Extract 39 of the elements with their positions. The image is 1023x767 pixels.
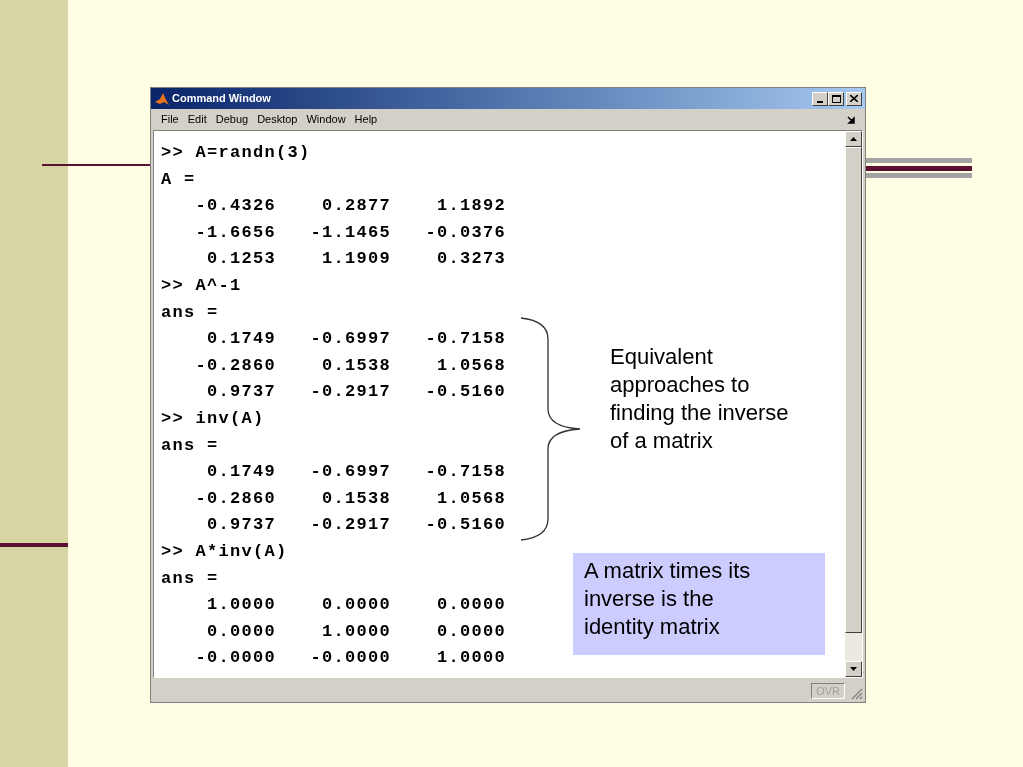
console-line: 0.0000 1.0000 0.0000 — [206, 620, 507, 643]
down-arrow-icon — [850, 667, 857, 671]
undock-arrow-icon[interactable] — [847, 115, 855, 124]
annotation-box: A matrix times its inverse is the identity matrix — [573, 553, 825, 655]
resize-grip-icon[interactable] — [851, 688, 863, 700]
console-line: >> inv(A) — [161, 407, 265, 430]
maximize-button[interactable] — [828, 91, 844, 106]
console-line: A = — [161, 168, 196, 191]
console-line: 1.0000 0.0000 0.0000 — [206, 594, 507, 617]
menu-item[interactable]: Help — [350, 111, 382, 128]
console-line: 0.9737 -0.2917 -0.5160 — [206, 514, 507, 537]
console-line: ans = — [161, 301, 219, 324]
menu-item[interactable]: File — [157, 111, 183, 128]
console-line: -0.0000 -0.0000 1.0000 — [194, 647, 507, 670]
console-line: >> A*inv(A) — [161, 540, 288, 563]
console-line: ans = — [161, 434, 219, 457]
menu-item[interactable]: Edit — [183, 111, 211, 128]
console-line: >> A^-1 — [161, 274, 242, 297]
menu-item[interactable]: Desktop — [253, 111, 302, 128]
console-line: ans = — [161, 567, 219, 590]
console-line: -1.6656 -1.1465 -0.0376 — [194, 221, 507, 244]
close-button[interactable] — [846, 91, 862, 106]
console-line: 0.1749 -0.6997 -0.7158 — [206, 328, 507, 351]
scroll-down-button[interactable] — [845, 661, 862, 677]
close-icon — [850, 95, 858, 102]
console-line: -0.4326 0.2877 1.1892 — [194, 195, 507, 218]
up-arrow-icon — [850, 137, 857, 141]
scroll-up-button[interactable] — [845, 131, 862, 147]
menu-item[interactable]: Window — [302, 111, 350, 128]
console-line: >> A=randn(3) — [161, 142, 311, 164]
console-line: 0.1253 1.1909 0.3273 — [206, 248, 507, 271]
minimize-button[interactable] — [812, 91, 828, 106]
console-line: 0.9737 -0.2917 -0.5160 — [206, 381, 507, 404]
menu-item[interactable]: Debug — [211, 111, 253, 128]
annotation-text: Equivalent approaches to finding the inverse of a matrix — [610, 343, 790, 455]
window-title: Command Window — [172, 91, 271, 107]
console-line: -0.2860 0.1538 1.0568 — [194, 354, 507, 377]
console-line: -0.2860 0.1538 1.0568 — [194, 487, 507, 510]
console-line: 0.1749 -0.6997 -0.7158 — [206, 461, 507, 484]
